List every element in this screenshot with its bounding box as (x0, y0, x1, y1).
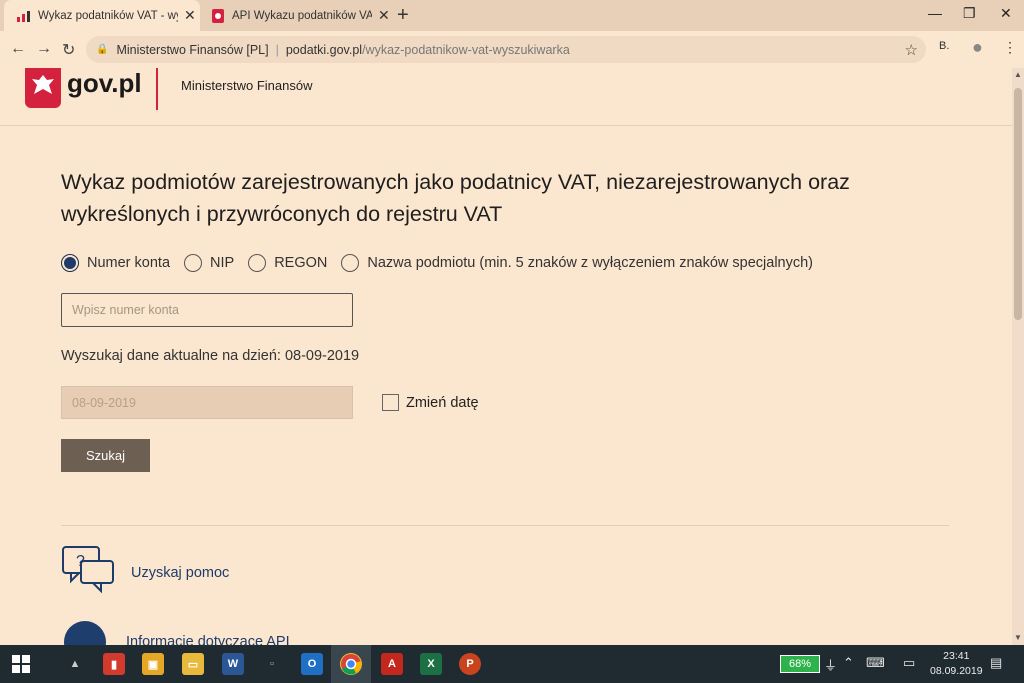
minimize-icon[interactable]: — (928, 5, 942, 21)
system-clock[interactable]: 23:41 08.09.2019 (930, 649, 983, 679)
close-tab-icon[interactable]: ✕ (184, 7, 196, 24)
page-scrollbar[interactable]: ▲ ▼ (1012, 68, 1024, 645)
scroll-down-icon[interactable]: ▼ (1014, 633, 1022, 642)
chrome-icon[interactable] (340, 653, 362, 675)
page-title: Wykaz podmiotów zarejestrowanych jako po… (61, 170, 850, 226)
pinned-app-icon[interactable]: ▫ (261, 653, 283, 675)
battery-indicator[interactable]: 68% (780, 655, 820, 673)
gov-logo[interactable]: gov.pl (67, 68, 142, 99)
reload-icon[interactable]: ↻ (62, 40, 75, 60)
tab-api-info[interactable]: API Wykazu podatników VAT - Kı ✕ (198, 0, 394, 31)
radio-circle[interactable] (248, 254, 267, 272)
tablet-mode-icon[interactable]: ▭ (903, 655, 915, 671)
restore-icon[interactable]: ❐ (963, 5, 976, 22)
forward-icon[interactable]: → (36, 40, 52, 58)
scrollbar-thumb[interactable] (1014, 88, 1022, 320)
radio-circle[interactable] (184, 254, 203, 272)
notifications-icon[interactable]: ▤ (990, 655, 1002, 671)
tab-title: API Wykazu podatników VAT - Kı (232, 9, 372, 22)
account-number-input[interactable] (61, 293, 353, 327)
windows-start-icon[interactable] (10, 653, 32, 675)
word-icon[interactable]: W (222, 653, 244, 675)
pinned-app-icon[interactable]: ▲ (64, 653, 86, 675)
eagle-favicon-icon (210, 8, 226, 24)
radio-label: Nazwa podmiotu (min. 5 znaków z wyłączen… (367, 255, 814, 271)
radio-regon[interactable]: REGON (248, 254, 327, 272)
scroll-up-icon[interactable]: ▲ (1014, 70, 1022, 79)
url-path: /wykaz-podatnikow-vat-wyszukiwarka (362, 42, 570, 57)
acrobat-icon[interactable]: A (381, 653, 403, 675)
tab-title: Wykaz podatników VAT - wyszuk (38, 9, 178, 22)
api-info-link[interactable]: Informacje dotyczące API (126, 634, 290, 645)
chat-help-icon: ? (61, 545, 117, 600)
radio-account-number[interactable]: Numer konta (61, 254, 170, 272)
checkbox-box[interactable] (382, 394, 399, 411)
new-tab-icon[interactable]: + (397, 4, 409, 27)
eagle-emblem-icon (25, 68, 61, 108)
radio-entity-name[interactable]: Nazwa podmiotu (min. 5 znaków z wyłączen… (341, 254, 813, 272)
search-date-label: Wyszukaj dane aktualne na dzień: 08-09-2… (61, 348, 360, 364)
site-header: gov.pl Ministerstwo Finansów (0, 68, 1012, 126)
globe-icon (64, 621, 106, 645)
browser-tab-bar: Wykaz podatników VAT - wyszuk ✕ API Wyka… (0, 0, 1024, 31)
section-divider (61, 525, 949, 526)
menu-kebab-icon[interactable]: ⋮ (1003, 39, 1017, 56)
store-icon[interactable]: ▣ (142, 653, 164, 675)
ministry-name[interactable]: Ministerstwo Finansów (181, 78, 313, 93)
windows-taskbar: ▲ ▮ ▣ ▭ W ▫ O A X P 68% ⏚ ⌃ ⌨ ▭ 23:41 08… (0, 645, 1024, 683)
radio-label: Numer konta (87, 255, 171, 271)
lock-icon: 🔒 (96, 44, 109, 55)
close-tab-icon[interactable]: ✕ (378, 7, 390, 24)
extension-icon[interactable]: B. (939, 40, 949, 52)
power-plug-icon[interactable]: ⏚ (824, 655, 837, 674)
help-link[interactable]: Uzyskaj pomoc (131, 565, 229, 581)
date-input (61, 386, 353, 419)
header-divider (156, 68, 158, 110)
browser-toolbar: ← → ↻ 🔒 Ministerstwo Finansów [PL] | pod… (0, 31, 1024, 68)
tab-vat-search[interactable]: Wykaz podatników VAT - wyszuk ✕ (4, 0, 200, 31)
tray-expand-icon[interactable]: ⌃ (843, 655, 854, 671)
clock-time: 23:41 (943, 650, 970, 662)
file-explorer-icon[interactable]: ▭ (182, 653, 204, 675)
search-button[interactable]: Szukaj (61, 439, 150, 472)
chart-favicon-icon (16, 8, 32, 24)
keyboard-icon[interactable]: ⌨ (866, 655, 885, 671)
radio-nip[interactable]: NIP (184, 254, 234, 272)
bookmark-star-icon[interactable]: ☆ (905, 41, 918, 59)
radio-circle[interactable] (61, 254, 79, 272)
radio-label: REGON (274, 255, 328, 271)
radio-label: NIP (210, 255, 235, 271)
clock-date: 08.09.2019 (930, 665, 983, 677)
checkbox-label: Zmień datę (406, 394, 479, 411)
help-section: ? Uzyskaj pomoc (61, 545, 229, 600)
powerpoint-icon[interactable]: P (459, 653, 481, 675)
search-type-radio-group: Numer konta NIP REGON Nazwa podmiotu (mi… (61, 254, 827, 272)
radio-circle[interactable] (341, 254, 360, 272)
address-separator: | (275, 42, 279, 57)
api-info-section: Informacje dotyczące API (64, 621, 290, 645)
site-identity: Ministerstwo Finansów [PL] (116, 42, 269, 57)
reader-app-icon[interactable]: ▮ (103, 653, 125, 675)
excel-icon[interactable]: X (420, 653, 442, 675)
close-window-icon[interactable]: ✕ (1000, 5, 1012, 22)
url-domain: podatki.gov.pl (285, 42, 363, 57)
address-bar[interactable]: 🔒 Ministerstwo Finansów [PL] | podatki.g… (86, 36, 926, 63)
profile-avatar-icon[interactable]: ● (972, 37, 983, 58)
web-page: gov.pl Ministerstwo Finansów Wykaz podmi… (0, 68, 1012, 645)
back-icon[interactable]: ← (10, 40, 26, 58)
change-date-checkbox[interactable]: Zmień datę (382, 394, 479, 411)
outlook-icon[interactable]: O (301, 653, 323, 675)
